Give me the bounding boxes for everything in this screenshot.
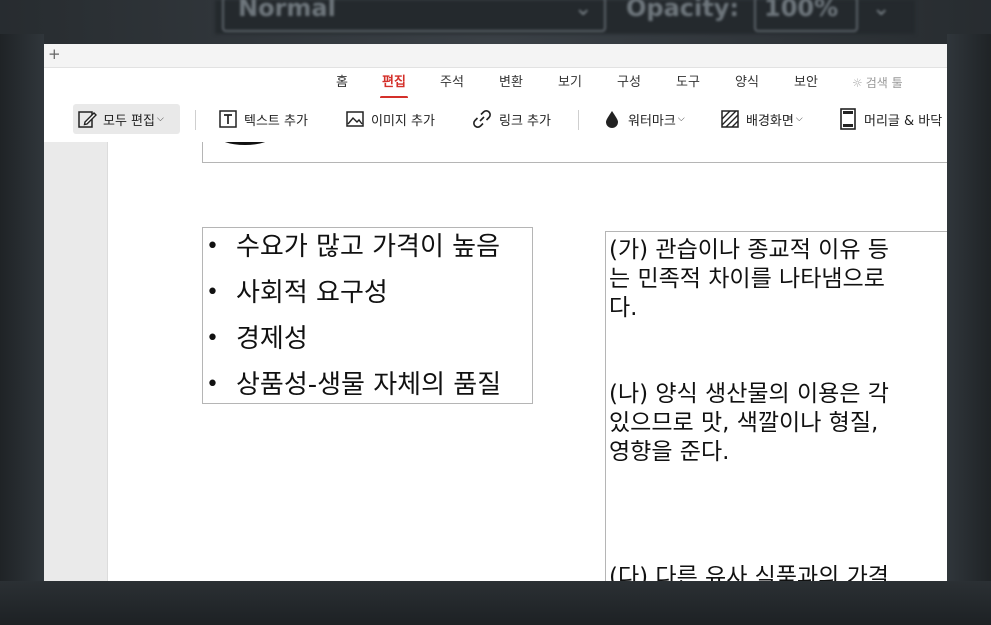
paragraph-text-box[interactable]: (가) 관습이나 종교적 이유 등 는 민족적 차이를 나타냄으로 다. (나)…	[605, 231, 947, 581]
header-footer-label: 머리글 & 바닥	[864, 113, 943, 129]
paragraph-line: 있으므로 맛, 색깔이나 형질,	[609, 410, 879, 436]
bullet-text-box[interactable]: • 수요가 많고 가격이 높음 • 사회적 요구성 • 경제성 • 상품성-생물 자체의…	[202, 227, 533, 404]
add-image-label: 이미지 추가	[371, 113, 435, 129]
paragraph-line: 영향을 준다.	[609, 439, 730, 465]
edit-toolbar: 모두 편집 ⌵ 텍스트 추가 이미지 추가 링크 추가 워터마크 ⌵ 배경화면 …	[44, 98, 947, 143]
new-tab-icon[interactable]: +	[48, 44, 61, 64]
menu-annotate[interactable]: 주석	[440, 75, 464, 91]
bullet-list: • 수요가 많고 가격이 높음 • 사회적 요구성 • 경제성 • 상품성-생물 자체의…	[203, 230, 501, 414]
paragraph-line: (가) 관습이나 종교적 이유 등	[609, 237, 889, 263]
pdf-editor-window: + 홈 편집 주석 변환 보기 구성 도구 양식 보안 ☼검색 툴 모두 편집	[44, 44, 947, 581]
title-text-box[interactable]	[202, 142, 947, 163]
list-item: • 상품성-생물 자체의 품질	[206, 370, 502, 400]
watermark-button[interactable]: 워터마크 ⌵	[598, 104, 689, 134]
search-tools-label: 검색 툴	[865, 76, 903, 90]
paragraph-line: 는 민족적 차이를 나타냄으로	[609, 266, 885, 292]
background-right-edge	[947, 34, 991, 594]
chevron-down-icon: ⌵	[156, 114, 164, 124]
chevron-down-icon-3: ⌵	[795, 114, 803, 124]
background-bottom-edge	[0, 581, 991, 625]
menu-convert[interactable]: 변환	[499, 75, 523, 91]
list-item: • 경제성	[206, 324, 308, 354]
watermark-label: 워터마크	[628, 113, 676, 129]
menu-view[interactable]: 보기	[558, 75, 582, 91]
image-icon	[346, 111, 364, 127]
cut-off-title-glyphs	[217, 142, 273, 151]
background-left-edge	[0, 34, 44, 594]
menu-security[interactable]: 보안	[794, 75, 818, 91]
add-link-button[interactable]: 링크 추가	[467, 104, 555, 134]
chevron-down-icon-2: ⌵	[677, 114, 685, 124]
background-opacity-label: Opacity:	[626, 0, 739, 22]
background-chevron-icon-2: ⌄	[872, 0, 891, 21]
menu-tools[interactable]: 도구	[676, 75, 700, 91]
background-label: 배경화면	[746, 113, 794, 129]
paragraph-line: 다.	[609, 295, 638, 321]
title-bar: +	[44, 44, 947, 68]
toolbar-divider	[195, 110, 196, 130]
menu-edit[interactable]: 편집	[380, 75, 408, 99]
paragraph-line: (나) 양식 생산물의 이용은 각	[609, 381, 889, 407]
toolbar-divider-2	[578, 110, 579, 130]
edit-all-label: 모두 편집	[103, 113, 155, 129]
list-item: • 수요가 많고 가격이 높음	[206, 232, 500, 262]
header-footer-button[interactable]: 머리글 & 바닥	[834, 104, 946, 134]
screen: Normal ⌄ Opacity: 100% ⌄ + 홈 편집 주석 변환 보기…	[0, 0, 991, 625]
header-footer-icon	[840, 108, 856, 130]
lightbulb-icon: ☼	[852, 76, 863, 90]
document-page: • 수요가 많고 가격이 높음 • 사회적 요구성 • 경제성 • 상품성-생물 자체의…	[108, 142, 947, 581]
background-opacity-value: 100%	[764, 0, 839, 22]
edit-pencil-icon	[78, 111, 97, 128]
add-text-label: 텍스트 추가	[244, 113, 308, 129]
background-button[interactable]: 배경화면 ⌵	[716, 104, 807, 134]
text-box-icon	[219, 110, 237, 128]
background-chevron-icon: ⌄	[574, 0, 593, 21]
link-icon	[473, 110, 491, 128]
water-drop-icon	[606, 111, 618, 128]
search-tools[interactable]: ☼ 검색 툴	[852, 75, 903, 91]
thumbnail-sidebar[interactable]	[44, 142, 108, 581]
menu-forms[interactable]: 양식	[735, 75, 759, 91]
edit-all-button[interactable]: 모두 편집 ⌵	[73, 104, 180, 134]
background-pattern-icon	[721, 110, 739, 128]
paragraph-line: (다) 다른 유사 식품과의 가격	[609, 564, 889, 581]
menu-organize[interactable]: 구성	[617, 75, 641, 91]
add-image-button[interactable]: 이미지 추가	[341, 104, 439, 134]
add-text-button[interactable]: 텍스트 추가	[214, 104, 312, 134]
list-item: • 사회적 요구성	[206, 278, 388, 308]
menu-bar: 홈 편집 주석 변환 보기 구성 도구 양식 보안 ☼ 검색 툴	[44, 68, 947, 99]
menu-home[interactable]: 홈	[336, 75, 348, 91]
add-link-label: 링크 추가	[499, 113, 551, 129]
background-blend-value: Normal	[238, 0, 336, 22]
